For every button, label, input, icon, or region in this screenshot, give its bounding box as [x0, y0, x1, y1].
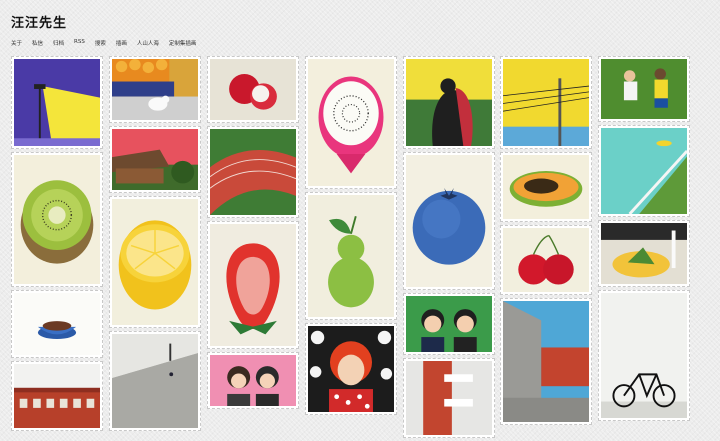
thumb-bicycle[interactable]	[598, 290, 690, 421]
site-title[interactable]: 汪汪先生	[11, 12, 67, 31]
thumb-temple-red[interactable]	[109, 126, 201, 193]
gallery-column-7	[598, 56, 690, 424]
nav-item-archive[interactable]: 归档	[53, 39, 64, 47]
thumb-lychee[interactable]	[207, 56, 299, 123]
main-nav: 关于 私信 归档 RSS 搜索 插画 人山人海 定制集插画	[11, 39, 196, 47]
thumb-soccer[interactable]	[598, 56, 690, 122]
gallery-column-2	[109, 56, 201, 434]
thumb-couple-hug[interactable]	[403, 56, 495, 149]
thumb-stadium-light[interactable]	[11, 56, 103, 149]
thumb-dragon-fruit[interactable]	[305, 56, 397, 189]
thumb-power-pole[interactable]	[500, 56, 592, 149]
thumb-running-track[interactable]	[207, 126, 299, 218]
gallery-column-1	[11, 56, 103, 434]
thumb-blueberry[interactable]	[403, 152, 495, 290]
thumb-papaya[interactable]	[500, 152, 592, 222]
thumb-kiwi[interactable]	[11, 152, 103, 287]
gallery-column-5	[403, 56, 495, 441]
thumb-food-bowl[interactable]	[11, 290, 103, 358]
thumb-fruit-stand-dog[interactable]	[109, 56, 201, 123]
thumb-zongzi[interactable]	[598, 220, 690, 287]
thumb-building-street[interactable]	[500, 298, 592, 425]
nav-item-custom[interactable]: 定制集插画	[169, 39, 197, 47]
thumb-balcony[interactable]	[598, 125, 690, 217]
thumb-cherries[interactable]	[500, 225, 592, 295]
thumb-street-aerial[interactable]	[109, 331, 201, 431]
thumb-two-boys[interactable]	[403, 293, 495, 355]
gallery-column-4	[305, 56, 397, 418]
thumb-strawberry[interactable]	[207, 221, 299, 349]
nav-item-about[interactable]: 关于	[11, 39, 22, 47]
thumb-polka-portrait[interactable]	[305, 323, 397, 415]
thumb-lemon[interactable]	[109, 196, 201, 328]
gallery-column-3	[207, 56, 299, 412]
thumb-red-stairs[interactable]	[403, 358, 495, 438]
nav-item-rss[interactable]: RSS	[74, 39, 85, 47]
thumb-gourd[interactable]	[305, 192, 397, 320]
thumb-red-building[interactable]	[11, 361, 103, 431]
gallery-column-6	[500, 56, 592, 428]
nav-item-illustration[interactable]: 插画	[116, 39, 127, 47]
nav-item-message[interactable]: 私信	[32, 39, 43, 47]
thumb-couple-portrait[interactable]	[207, 352, 299, 409]
nav-item-crowd[interactable]: 人山人海	[137, 39, 159, 47]
nav-item-search[interactable]: 搜索	[95, 39, 106, 47]
